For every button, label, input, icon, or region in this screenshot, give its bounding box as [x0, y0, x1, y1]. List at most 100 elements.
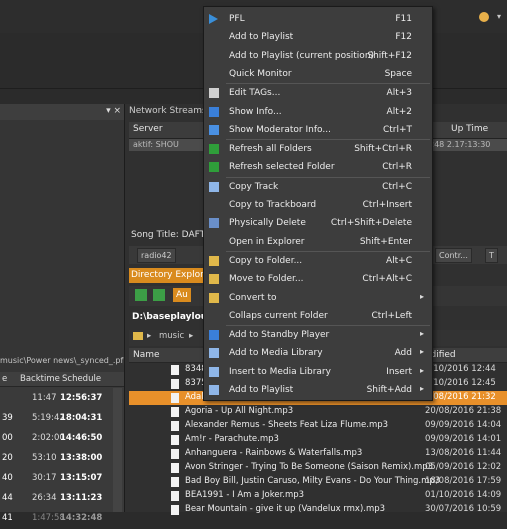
radio-button[interactable]: radio42: [137, 248, 176, 263]
chevron-down-icon[interactable]: ▾: [497, 12, 501, 21]
playlist-cell: 39: [2, 413, 13, 423]
menu-item-copy-to-folder[interactable]: Copy to Folder... Alt+C: [204, 252, 432, 270]
file-modified: 1/08/2016 21:32: [425, 392, 496, 402]
playlist-row[interactable]: 00 2:02:00 14:46:50: [0, 429, 124, 449]
col-backtime[interactable]: Backtime: [20, 374, 60, 384]
file-modified: 18/08/2016 17:59: [425, 476, 502, 486]
menu-item-convert-to[interactable]: Convert to ▸: [204, 289, 432, 307]
file-row[interactable]: BEA1991 - I Am a Joker.mp3 01/10/2016 14:…: [129, 489, 507, 503]
menu-item-refresh-all-folders[interactable]: Refresh all Folders Shift+Ctrl+R: [204, 140, 432, 158]
t-button[interactable]: T: [485, 248, 498, 263]
playlist-cell: 30:17: [32, 473, 57, 483]
col-uptime[interactable]: Up Time: [451, 124, 488, 134]
playlist-row[interactable]: 39 5:19:42 18:04:31: [0, 409, 124, 429]
menu-item-show-moderator-info[interactable]: Show Moderator Info... Ctrl+T: [204, 121, 432, 139]
directory-explorer-tab[interactable]: Directory Explore: [129, 268, 211, 283]
file-row[interactable]: Agoria - Up All Night.mp3 20/08/2016 21:3…: [129, 405, 507, 419]
menu-item-add-to-media-library[interactable]: Add to Media Library Add ▸: [204, 344, 432, 362]
playlist-cell: 12:56:37: [60, 393, 103, 403]
playlist-cell: 20: [2, 453, 13, 463]
file-row[interactable]: Alexander Remus - Sheets Feat Liza Flume…: [129, 419, 507, 433]
menu-item-add-to-playlist[interactable]: Add to Playlist F12: [204, 28, 432, 46]
file-row[interactable]: Avon Stringer - Trying To Be Someone (Sa…: [129, 461, 507, 475]
file-name: Bad Boy Bill, Justin Caruso, Milty Evans…: [185, 476, 441, 486]
file-icon: [171, 449, 179, 459]
file-icon: [171, 393, 179, 403]
menu-item-label: PFL: [229, 14, 245, 24]
control-button[interactable]: Contr...: [435, 248, 472, 263]
edit-tags-icon: [209, 88, 219, 99]
menu-shortcut: Alt+3: [386, 88, 412, 99]
menu-item-label: Convert to: [229, 292, 277, 303]
file-icon: [171, 435, 179, 445]
menu-item-label: Show Info...: [229, 106, 282, 117]
menu-item-edit-tags[interactable]: Edit TAGs... Alt+3: [204, 84, 432, 102]
playlist-cell: 14:46:50: [60, 433, 103, 443]
menu-shortcut: Ctrl+T: [382, 124, 412, 135]
submenu-arrow-icon: ▸: [419, 329, 424, 339]
breadcrumb-arrow-icon[interactable]: ▸: [189, 331, 193, 341]
menu-item-collaps-current-folder[interactable]: Collaps current Folder Ctrl+Left: [204, 307, 432, 325]
panel-controls-icon[interactable]: ▾ ×: [106, 106, 121, 116]
menu-item-insert-to-media-library[interactable]: Insert to Media Library Insert ▸: [204, 363, 432, 381]
playlist-row[interactable]: 11:47 12:56:37: [0, 389, 124, 409]
playlist-row[interactable]: 40 30:17 13:15:07: [0, 469, 124, 489]
playlist-cell: 41: [2, 513, 13, 523]
file-row[interactable]: Am!r - Parachute.mp3 09/09/2016 14:01: [129, 433, 507, 447]
delete-icon: [209, 218, 219, 229]
menu-item-quick-monitor[interactable]: Quick Monitor Space: [204, 65, 432, 83]
file-row[interactable]: Anhanguera - Rainbows & Waterfalls.mp3 13…: [129, 447, 507, 461]
user-icon[interactable]: [479, 12, 489, 22]
vertical-scrollbar[interactable]: [113, 388, 122, 512]
refresh-icon[interactable]: [135, 289, 147, 301]
left-panel-body: [0, 120, 124, 380]
menu-item-refresh-selected-folder[interactable]: Refresh selected Folder Ctrl+R: [204, 158, 432, 176]
menu-item-label: Add to Standby Player: [229, 330, 330, 341]
file-name: Agoria - Up All Night.mp3: [185, 406, 294, 416]
menu-item-label: Refresh selected Folder: [229, 162, 335, 173]
playlist-cell: 14:32:48: [60, 513, 103, 523]
menu-item-copy-track[interactable]: Copy Track Ctrl+C: [204, 178, 432, 196]
menu-item-label: Show Moderator Info...: [229, 124, 331, 135]
playlist-cell: 13:15:07: [60, 473, 103, 483]
menu-item-pfl[interactable]: PFL F11: [204, 10, 432, 28]
file-modified: 01/10/2016 14:09: [425, 490, 502, 500]
breadcrumb-arrow-icon[interactable]: ▸: [147, 331, 151, 341]
col-server[interactable]: Server: [133, 124, 163, 134]
menu-item-label: Insert to Media Library: [229, 366, 331, 377]
info-icon: [209, 106, 219, 117]
playlist-cell: 40: [2, 473, 13, 483]
menu-item-physically-delete[interactable]: Physically Delete Ctrl+Shift+Delete: [204, 214, 432, 232]
file-row[interactable]: Bear Mountain - give it up (Vandelux rmx…: [129, 503, 507, 517]
playlist-cell: 53:10: [32, 453, 57, 463]
playlist-row[interactable]: 44 26:34 13:11:23: [0, 489, 124, 509]
file-icon: [171, 379, 179, 389]
file-row[interactable]: Bad Boy Bill, Justin Caruso, Milty Evans…: [129, 475, 507, 489]
file-modified: 20/08/2016 21:38: [425, 406, 502, 416]
file-name: Avon Stringer - Trying To Be Someone (Sa…: [185, 462, 434, 472]
menu-item-copy-to-trackboard[interactable]: Copy to Trackboard Ctrl+Insert: [204, 196, 432, 214]
file-icon: [171, 505, 179, 515]
network-streams-tab[interactable]: Network Streams: [129, 106, 207, 116]
col-name[interactable]: Name: [133, 350, 160, 360]
menu-shortcut: Insert: [386, 366, 412, 377]
menu-item-add-to-playlist[interactable]: Add to Playlist Shift+Add ▸: [204, 381, 432, 399]
folder-icon: [133, 332, 143, 340]
sync-icon[interactable]: [153, 289, 165, 301]
col-schedule[interactable]: Schedule: [62, 374, 101, 384]
menu-item-add-to-standby-player[interactable]: Add to Standby Player ▸: [204, 326, 432, 344]
stream-uptime: 248 2.17:13:30: [429, 140, 491, 149]
menu-item-add-to-playlist-current-position[interactable]: Add to Playlist (current position) Shift+…: [204, 47, 432, 65]
playlist-row[interactable]: 20 53:10 13:38:00: [0, 449, 124, 469]
menu-item-open-in-explorer[interactable]: Open in Explorer Shift+Enter: [204, 233, 432, 251]
col-e[interactable]: e: [2, 374, 7, 384]
breadcrumb-music[interactable]: music: [159, 331, 184, 341]
menu-item-move-to-folder[interactable]: Move to Folder... Ctrl+Alt+C: [204, 270, 432, 288]
file-icon: [171, 477, 179, 487]
menu-item-show-info[interactable]: Show Info... Alt+2: [204, 103, 432, 121]
auto-button[interactable]: Au: [173, 288, 191, 302]
playlist-row[interactable]: 41 1:47:58 14:32:48: [0, 509, 124, 529]
t-label: T: [489, 251, 494, 260]
menu-item-label: Add to Playlist: [229, 385, 294, 395]
standby-icon: [209, 330, 219, 341]
